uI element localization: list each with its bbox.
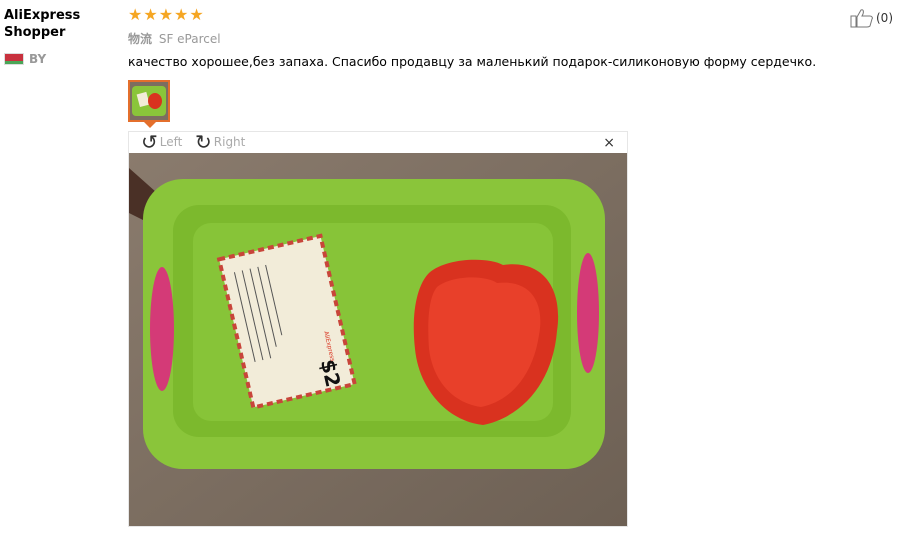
rotate-left-icon: ↺ — [141, 130, 158, 154]
photo-illustration: $2 AliExpress — [129, 153, 627, 526]
rotate-right-button[interactable]: ↻ Right — [195, 130, 246, 154]
star-rating: ★ ★ ★ ★ ★ — [128, 6, 204, 23]
rotate-right-icon: ↻ — [195, 130, 212, 154]
image-viewer: ↺ Left ↻ Right × $2 AliExpress — [128, 131, 628, 527]
feedback-text: качество хорошее,без запаха. Спасибо про… — [128, 54, 817, 69]
rotate-left-label: Left — [159, 135, 183, 149]
helpful-button[interactable]: (0) — [850, 8, 893, 28]
star-icon: ★ — [189, 5, 204, 24]
star-icon: ★ — [174, 5, 189, 24]
star-icon: ★ — [158, 5, 174, 24]
country-code: BY — [29, 52, 47, 66]
rotate-right-label: Right — [213, 135, 246, 149]
review-photo: $2 AliExpress — [129, 153, 627, 526]
star-icon: ★ — [128, 5, 143, 24]
logistics-label: 物流 — [128, 32, 153, 46]
logistics-info: 物流 SF eParcel — [128, 30, 221, 47]
thumbnail-pointer — [144, 122, 156, 128]
rotate-left-button[interactable]: ↺ Left — [141, 130, 183, 154]
belarus-flag-icon — [4, 53, 24, 65]
photo-thumbnail[interactable] — [128, 80, 170, 122]
reviewer-name: AliExpress Shopper — [4, 8, 81, 40]
reviewer-country: BY — [4, 52, 46, 66]
close-icon[interactable]: × — [603, 135, 615, 151]
logistics-value: SF eParcel — [158, 32, 221, 46]
thumbs-up-icon — [850, 9, 873, 28]
star-icon: ★ — [143, 5, 158, 24]
helpful-count: (0) — [876, 11, 893, 25]
viewer-toolbar: ↺ Left ↻ Right × — [129, 132, 627, 153]
thumbnail-image — [130, 82, 168, 120]
